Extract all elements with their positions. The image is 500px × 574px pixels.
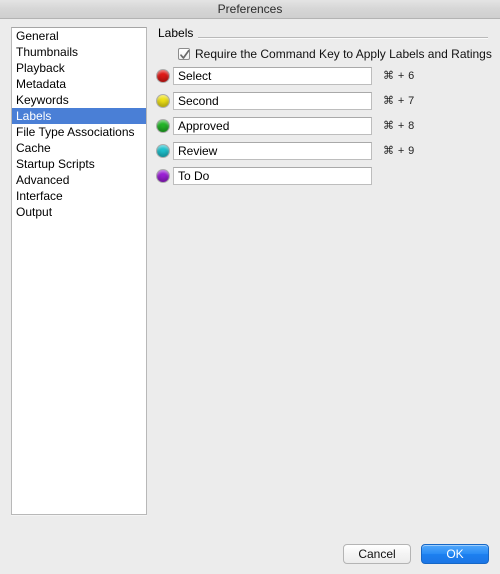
sidebar-item-keywords[interactable]: Keywords: [12, 92, 146, 108]
checkmark-icon: [180, 49, 190, 59]
dialog-footer: Cancel OK: [343, 544, 489, 564]
label-color-swatch[interactable]: [157, 144, 169, 157]
sidebar-item-file-type-associations[interactable]: File Type Associations: [12, 124, 146, 140]
require-command-key-row[interactable]: Require the Command Key to Apply Labels …: [178, 47, 492, 61]
sidebar-item-playback[interactable]: Playback: [12, 60, 146, 76]
label-color-swatch[interactable]: [157, 69, 169, 82]
label-row: Select ⌘ + 6: [157, 63, 492, 88]
ok-button[interactable]: OK: [421, 544, 489, 564]
group-header: Labels: [158, 26, 488, 42]
sidebar-item-metadata[interactable]: Metadata: [12, 76, 146, 92]
label-rows-list: Select ⌘ + 6 Second ⌘ + 7 Approved ⌘ + 8 Revie…: [157, 63, 492, 188]
sidebar-item-cache[interactable]: Cache: [12, 140, 146, 156]
label-name-input[interactable]: To Do: [173, 166, 372, 185]
label-name-input[interactable]: Approved: [173, 116, 372, 135]
sidebar-item-labels[interactable]: Labels: [12, 108, 146, 124]
window-titlebar: Preferences: [0, 0, 500, 19]
preferences-window: Preferences General Thumbnails Playback Met…: [0, 0, 500, 574]
label-name-input[interactable]: Second: [173, 91, 372, 110]
label-name-input[interactable]: Select: [173, 66, 372, 85]
sidebar-item-thumbnails[interactable]: Thumbnails: [12, 44, 146, 60]
group-title: Labels: [158, 26, 199, 40]
window-title: Preferences: [217, 2, 283, 16]
sidebar-item-output[interactable]: Output: [12, 204, 146, 220]
preferences-category-list[interactable]: General Thumbnails Playback Metadata Keyword…: [11, 27, 147, 515]
cancel-button[interactable]: Cancel: [343, 544, 411, 564]
require-command-key-checkbox[interactable]: [178, 48, 190, 60]
label-row: Second ⌘ + 7: [157, 88, 492, 113]
require-command-key-label: Require the Command Key to Apply Labels …: [195, 47, 492, 61]
labels-pane: Labels: [158, 26, 488, 42]
label-row: To Do: [157, 163, 492, 188]
label-shortcut: ⌘ + 7: [383, 94, 415, 107]
label-row: Review ⌘ + 9: [157, 138, 492, 163]
label-row: Approved ⌘ + 8: [157, 113, 492, 138]
group-separator-rule: [158, 37, 488, 39]
label-shortcut: ⌘ + 8: [383, 119, 415, 132]
sidebar-item-advanced[interactable]: Advanced: [12, 172, 146, 188]
sidebar-item-startup-scripts[interactable]: Startup Scripts: [12, 156, 146, 172]
label-shortcut: ⌘ + 9: [383, 144, 415, 157]
label-shortcut: ⌘ + 6: [383, 69, 415, 82]
sidebar-item-general[interactable]: General: [12, 28, 146, 44]
label-color-swatch[interactable]: [157, 169, 169, 182]
label-name-input[interactable]: Review: [173, 141, 372, 160]
label-color-swatch[interactable]: [157, 119, 169, 132]
sidebar-item-interface[interactable]: Interface: [12, 188, 146, 204]
label-color-swatch[interactable]: [157, 94, 169, 107]
